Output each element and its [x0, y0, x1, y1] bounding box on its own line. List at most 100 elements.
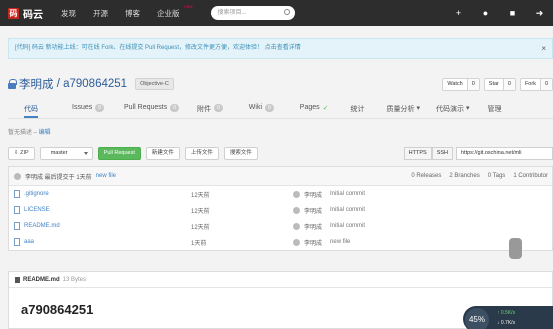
- fork-count: 0: [539, 79, 552, 90]
- nav-blog[interactable]: 博客: [125, 8, 140, 19]
- description-text: 暂无描述 –: [8, 130, 39, 136]
- tab-pull-requests[interactable]: Pull Requests 0: [124, 101, 179, 118]
- tab-pages[interactable]: Pages ✓: [300, 101, 329, 118]
- tab-admin[interactable]: 管理: [488, 101, 502, 118]
- repo-stats: 0 Releases 2 Branches 0 Tags 1 Contribut…: [403, 167, 548, 186]
- upload-speed-value: 0.5K/s: [500, 310, 516, 316]
- file-message[interactable]: Initial commit: [330, 223, 365, 229]
- lock-icon: [8, 79, 17, 89]
- search-file-button[interactable]: 搜索文件: [223, 147, 258, 160]
- avatar: [293, 206, 300, 214]
- file-time: 12天前: [191, 224, 210, 231]
- feedback-tab[interactable]: [509, 238, 522, 259]
- logout-icon[interactable]: ➜: [526, 8, 553, 19]
- latest-commit-bar: 李明成 最后提交于 1天前 new file 0 Releases 2 Bran…: [9, 167, 552, 186]
- file-time: 12天前: [191, 208, 210, 215]
- star-count: 0: [502, 79, 515, 90]
- new-badge: new: [184, 3, 193, 9]
- avatar: [14, 172, 21, 180]
- readme-header: README.md 13 Bytes: [9, 272, 552, 288]
- check-icon: ✓: [322, 105, 329, 112]
- file-link[interactable]: aaa: [14, 238, 34, 246]
- file-message[interactable]: new file: [330, 239, 350, 245]
- readme-filename: README.md: [23, 276, 60, 283]
- pull-request-button[interactable]: Pull Request: [97, 147, 141, 160]
- language-badge: Objective-C: [135, 78, 174, 90]
- clone-url-field[interactable]: https://git.oschina.net/mli: [456, 147, 553, 160]
- tab-count: 0: [214, 104, 223, 112]
- tab-quality[interactable]: 质量分析 ▾: [387, 101, 421, 118]
- nav-discover[interactable]: 发现: [61, 8, 76, 19]
- table-row: README.md 12天前 李明成 Initial commit: [9, 218, 552, 234]
- edit-description-link[interactable]: 编辑: [39, 130, 51, 136]
- tab-wiki[interactable]: Wiki 0: [249, 101, 274, 118]
- search-input[interactable]: 搜索项目...: [210, 6, 295, 20]
- clone-box: HTTPS SSH https://git.oschina.net/mli: [403, 147, 553, 160]
- nav-opensource[interactable]: 开源: [93, 8, 108, 19]
- tab-label: Issues: [72, 104, 93, 111]
- tab-label: 质量分析: [386, 106, 415, 113]
- network-speed-widget[interactable]: 45% ↑ 0.5K/s ↓ 0.7K/s: [463, 306, 553, 329]
- download-zip-button[interactable]: ⇩ ZIP: [8, 147, 35, 160]
- branch-select[interactable]: master: [39, 147, 93, 160]
- file-icon: [14, 206, 20, 214]
- repo-header: 李明成 / a790864251 Objective-C: [8, 76, 174, 92]
- tab-count: 0: [170, 104, 179, 112]
- file-message[interactable]: Initial commit: [330, 207, 365, 213]
- file-link[interactable]: README.md: [14, 222, 60, 230]
- tab-label: 代码: [24, 106, 38, 113]
- tab-stats[interactable]: 统计: [351, 101, 365, 118]
- watch-button[interactable]: Watch 0: [442, 78, 480, 91]
- file-name: aaa: [24, 239, 35, 245]
- contributors-link[interactable]: 1 Contributor: [513, 167, 548, 186]
- usage-percent: 45%: [465, 308, 489, 329]
- avatar: [293, 190, 300, 198]
- notice-text[interactable]: [代码] 码云 新功能上线：可在线 Fork、在线提交 Pull Request…: [15, 45, 301, 51]
- download-speed-value: 0.7K/s: [500, 320, 516, 326]
- close-icon[interactable]: ×: [541, 39, 546, 58]
- tab-label: Pages: [299, 104, 320, 111]
- avatar: [293, 222, 300, 230]
- ssh-button[interactable]: SSH: [431, 147, 453, 160]
- file-author: 李明成: [304, 240, 323, 247]
- site-logo[interactable]: 码 码云: [8, 6, 43, 21]
- user-icon[interactable]: ■: [499, 8, 526, 18]
- new-file-button[interactable]: 新建文件: [145, 147, 180, 160]
- tab-issues[interactable]: Issues 0: [72, 101, 105, 118]
- file-name: LICENSE: [24, 207, 50, 213]
- file-name: README.md: [24, 223, 60, 229]
- plus-icon[interactable]: +: [445, 8, 472, 18]
- file-time: 12天前: [191, 192, 210, 199]
- commit-text: 李明成 最后提交于 1天前: [25, 174, 92, 181]
- file-list: 李明成 最后提交于 1天前 new file 0 Releases 2 Bran…: [8, 166, 553, 251]
- file-author: 李明成: [304, 192, 323, 199]
- commit-link[interactable]: new file: [96, 173, 116, 179]
- tab-label: Pull Requests: [124, 104, 168, 111]
- https-button[interactable]: HTTPS: [403, 147, 432, 160]
- file-link[interactable]: .gitignore: [14, 190, 49, 198]
- file-link[interactable]: LICENSE: [14, 206, 50, 214]
- upload-file-button[interactable]: 上传文件: [184, 147, 219, 160]
- repo-name[interactable]: a790864251: [63, 78, 127, 90]
- fork-button[interactable]: Fork 0: [519, 78, 553, 91]
- chevron-down-icon: ▾: [416, 105, 421, 112]
- branch-label: master: [50, 150, 68, 156]
- star-button[interactable]: Star 0: [483, 78, 516, 91]
- watch-label: Watch: [447, 81, 463, 87]
- releases-link[interactable]: 0 Releases: [411, 167, 441, 186]
- file-commit: 李明成 new file: [293, 238, 350, 247]
- tab-code[interactable]: 代码: [24, 101, 38, 118]
- file-icon: [14, 238, 20, 246]
- bell-icon[interactable]: ●: [472, 8, 499, 18]
- watch-count: 0: [466, 79, 479, 90]
- repo-owner[interactable]: 李明成: [19, 76, 54, 92]
- file-author: 李明成: [304, 208, 323, 215]
- tags-link[interactable]: 0 Tags: [488, 167, 506, 186]
- zip-label: ZIP: [20, 150, 29, 156]
- nav-enterprise-label: 企业版: [157, 8, 180, 18]
- branches-link[interactable]: 2 Branches: [449, 167, 479, 186]
- nav-enterprise[interactable]: 企业版 new: [157, 4, 193, 19]
- file-message[interactable]: Initial commit: [330, 191, 365, 197]
- tab-demo[interactable]: 代码演示 ▾: [436, 101, 470, 118]
- tab-attachments[interactable]: 附件 0: [197, 101, 223, 118]
